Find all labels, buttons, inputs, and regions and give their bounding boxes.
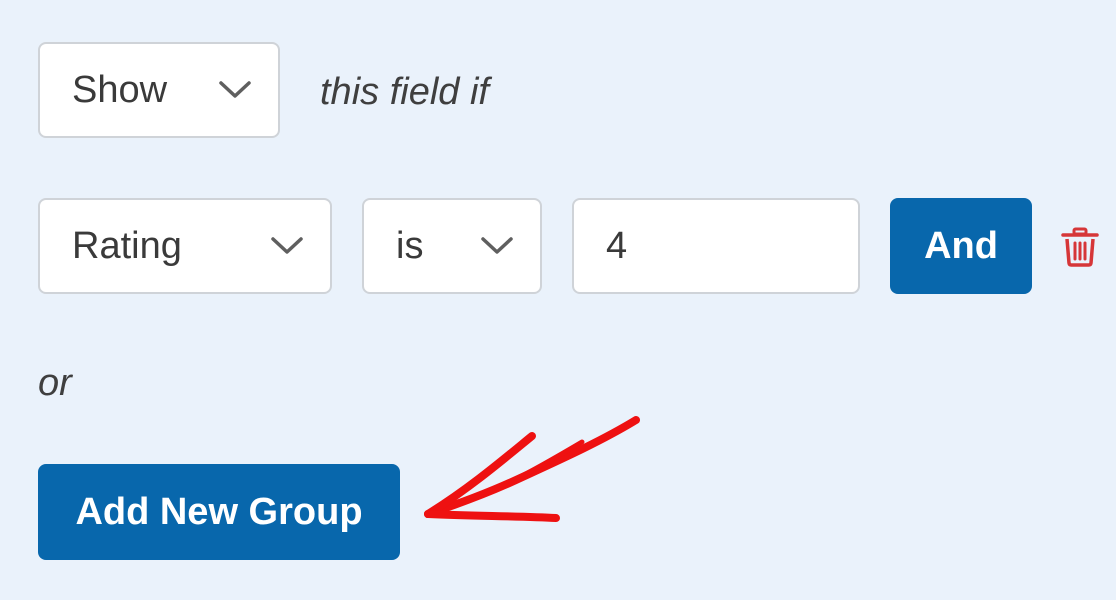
- action-select[interactable]: Show: [38, 42, 280, 138]
- value-input-text: 4: [606, 225, 628, 267]
- chevron-down-icon: [219, 81, 251, 98]
- operator-select-value: is: [396, 225, 424, 267]
- red-arrow-annotation: [424, 416, 640, 522]
- action-select-value: Show: [72, 69, 168, 111]
- operator-select[interactable]: is: [362, 198, 542, 294]
- chevron-down-icon: [271, 237, 303, 254]
- value-input[interactable]: 4: [572, 198, 860, 294]
- field-select-value: Rating: [72, 225, 182, 267]
- chevron-down-icon: [481, 237, 513, 254]
- condition-label: this field if: [320, 71, 489, 113]
- field-select[interactable]: Rating: [38, 198, 332, 294]
- and-button[interactable]: And: [890, 198, 1032, 294]
- or-label: or: [38, 362, 72, 404]
- add-new-group-button[interactable]: Add New Group: [38, 464, 400, 560]
- trash-icon[interactable]: [1060, 227, 1100, 267]
